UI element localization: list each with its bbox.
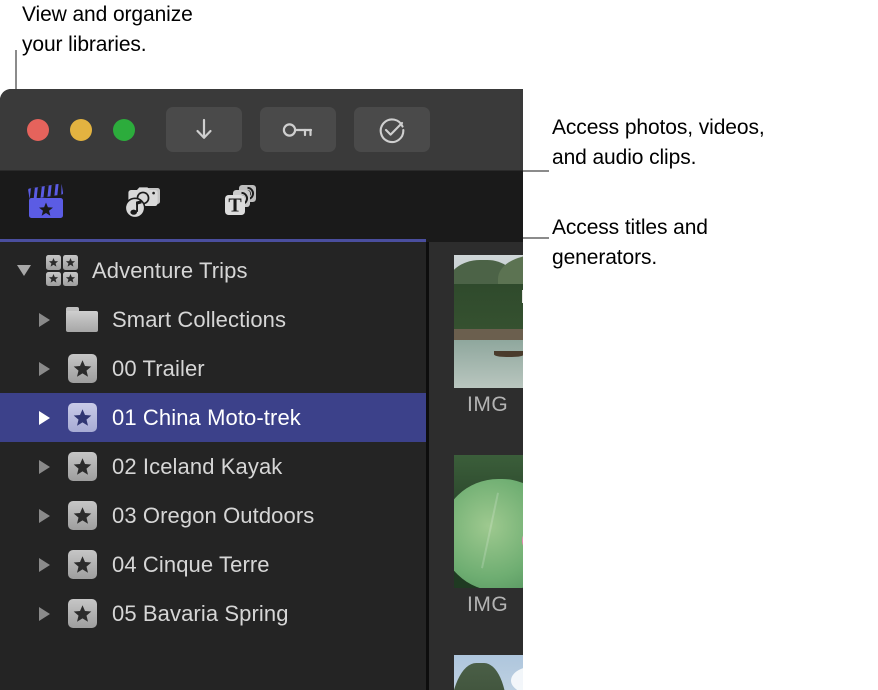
sidebar-row-event-04-cinque-terre[interactable]: 04 Cinque Terre — [0, 540, 426, 589]
tab-libraries[interactable] — [20, 180, 72, 228]
disclosure-triangle-down-icon[interactable] — [12, 265, 36, 276]
sidebar-row-label: 03 Oregon Outdoors — [112, 502, 315, 528]
callout-titles: Access titles and generators. — [552, 216, 708, 269]
folder-icon — [66, 304, 98, 336]
sidebar-row-event-00-trailer[interactable]: 00 Trailer — [0, 344, 426, 393]
sidebar-row-label: Smart Collections — [112, 306, 287, 332]
clip-item[interactable]: IMG — [454, 255, 523, 422]
disclosure-triangle-right-icon[interactable] — [32, 459, 56, 474]
window-body: Adventure Trips Smart Collections 00 Tra… — [0, 242, 523, 690]
sidebar-row-label: 04 Cinque Terre — [112, 551, 270, 577]
sidebar-row-event-05-bavaria-spring[interactable]: 05 Bavaria Spring — [0, 589, 426, 638]
check-circle-icon — [378, 116, 406, 144]
callout-media: Access photos, videos, and audio clips. — [552, 116, 765, 169]
import-media-button[interactable] — [166, 107, 242, 152]
clip-thumbnail-image — [454, 255, 523, 388]
sidebar-row-library[interactable]: Adventure Trips — [0, 246, 426, 295]
toolbar-button-group — [166, 107, 430, 152]
zoom-button[interactable] — [113, 119, 135, 141]
clapperboard-star-icon — [25, 182, 67, 225]
sidebar-row-smart-collections[interactable]: Smart Collections — [0, 295, 426, 344]
tab-titles-generators[interactable]: T — [216, 180, 268, 228]
clip-thumbnail-image — [454, 455, 523, 588]
close-button[interactable] — [27, 119, 49, 141]
libraries-sidebar: Adventure Trips Smart Collections 00 Tra… — [0, 242, 426, 690]
event-star-icon — [66, 402, 98, 434]
callout-libraries: View and organize your libraries. — [22, 3, 193, 56]
clip-label: IMG — [467, 393, 509, 416]
clip-thumbnail[interactable] — [454, 255, 523, 388]
sidebar-row-label: Adventure Trips — [92, 257, 248, 283]
clip-thumbnail[interactable] — [454, 655, 523, 690]
clip-thumbnail[interactable] — [454, 455, 523, 588]
event-star-icon — [66, 451, 98, 483]
tab-photos-audio[interactable] — [118, 180, 170, 228]
svg-text:T: T — [228, 194, 242, 216]
disclosure-triangle-right-icon[interactable] — [32, 508, 56, 523]
library-icon — [46, 255, 78, 287]
disclosure-triangle-right-icon[interactable] — [32, 312, 56, 327]
keywords-button[interactable] — [260, 107, 336, 152]
clip-item[interactable]: IMG — [454, 455, 523, 622]
event-star-icon — [66, 500, 98, 532]
sidebar-row-event-02-iceland-kayak[interactable]: 02 Iceland Kayak — [0, 442, 426, 491]
disclosure-triangle-right-icon[interactable] — [32, 557, 56, 572]
app-window: T Adventure Trips Smart Collections 00 T… — [0, 89, 523, 690]
clip-item[interactable] — [454, 655, 523, 690]
event-star-icon — [66, 598, 98, 630]
sidebar-row-label: 05 Bavaria Spring — [112, 600, 289, 626]
sidebar-row-label: 02 Iceland Kayak — [112, 453, 283, 479]
window-toolbar — [0, 89, 523, 171]
titles-generators-icon: T — [219, 181, 265, 228]
clip-browser: IMG IMG — [429, 242, 523, 690]
disclosure-triangle-right-icon[interactable] — [32, 606, 56, 621]
background-tasks-button[interactable] — [354, 107, 430, 152]
event-star-icon — [66, 549, 98, 581]
disclosure-triangle-right-icon[interactable] — [32, 361, 56, 376]
sidebar-row-label: 00 Trailer — [112, 355, 205, 381]
clip-label: IMG — [467, 593, 509, 616]
media-type-tabstrip: T — [0, 171, 523, 242]
photos-audio-icon — [121, 181, 167, 228]
minimize-button[interactable] — [70, 119, 92, 141]
key-icon — [281, 120, 315, 140]
clip-thumbnail-image — [454, 655, 523, 690]
tab-list: T — [20, 180, 268, 228]
sidebar-row-event-03-oregon-outdoors[interactable]: 03 Oregon Outdoors — [0, 491, 426, 540]
traffic-lights — [27, 119, 135, 141]
download-arrow-icon — [193, 117, 215, 143]
sidebar-row-label: 01 China Moto-trek — [112, 404, 301, 430]
sidebar-row-event-01-china-moto-trek[interactable]: 01 China Moto-trek — [0, 393, 426, 442]
disclosure-triangle-right-icon[interactable] — [32, 410, 56, 425]
event-star-icon — [66, 353, 98, 385]
